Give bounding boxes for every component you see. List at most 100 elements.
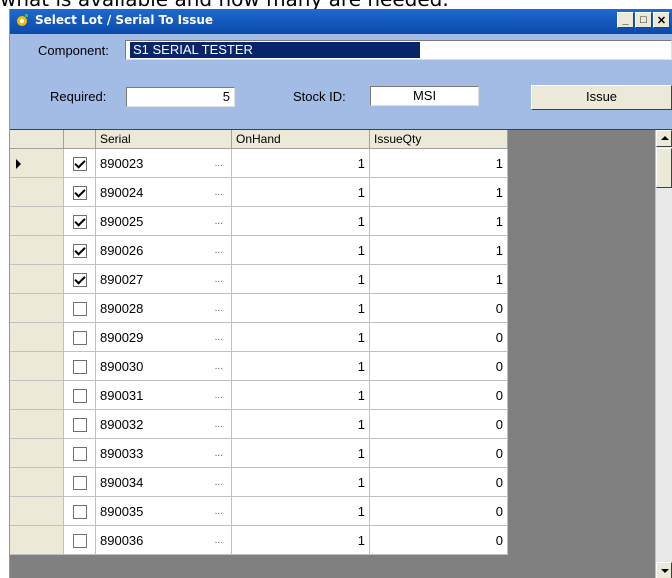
- issueqty-cell[interactable]: 1: [369, 264, 508, 294]
- issueqty-cell[interactable]: 0: [369, 496, 508, 526]
- component-field[interactable]: S1 SERIAL TESTER: [125, 40, 672, 60]
- vertical-scrollbar[interactable]: [655, 130, 672, 578]
- issueqty-cell[interactable]: 1: [369, 206, 508, 236]
- serial-cell[interactable]: 890029...: [95, 322, 232, 352]
- issueqty-cell[interactable]: 0: [369, 380, 508, 410]
- serial-cell[interactable]: 890031...: [95, 380, 232, 410]
- serial-ellipsis-button[interactable]: ...: [215, 535, 223, 546]
- issueqty-cell[interactable]: 1: [369, 235, 508, 265]
- select-checkbox-cell[interactable]: [63, 409, 96, 439]
- onhand-cell[interactable]: 1: [231, 206, 370, 236]
- minimize-button[interactable]: _: [617, 12, 634, 28]
- serial-cell[interactable]: 890032...: [95, 409, 232, 439]
- onhand-cell[interactable]: 1: [231, 409, 370, 439]
- issueqty-cell[interactable]: 0: [369, 351, 508, 381]
- select-checkbox-cell[interactable]: [63, 467, 96, 497]
- issueqty-cell[interactable]: 1: [369, 148, 508, 178]
- serial-ellipsis-button[interactable]: ...: [215, 245, 223, 256]
- onhand-cell[interactable]: 1: [231, 438, 370, 468]
- serial-ellipsis-button[interactable]: ...: [215, 448, 223, 459]
- serial-cell[interactable]: 890024...: [95, 177, 232, 207]
- onhand-cell[interactable]: 1: [231, 235, 370, 265]
- table-row[interactable]: 890032... 1 0: [10, 409, 508, 439]
- onhand-cell[interactable]: 1: [231, 380, 370, 410]
- table-row[interactable]: 890028... 1 0: [10, 293, 508, 323]
- select-checkbox[interactable]: [72, 214, 87, 229]
- select-checkbox-cell[interactable]: [63, 206, 96, 236]
- required-input[interactable]: 5: [126, 87, 235, 107]
- issue-button[interactable]: Issue: [531, 85, 672, 110]
- issueqty-cell[interactable]: 0: [369, 293, 508, 323]
- issueqty-cell[interactable]: 0: [369, 438, 508, 468]
- onhand-cell[interactable]: 1: [231, 525, 370, 555]
- select-checkbox-cell[interactable]: [63, 438, 96, 468]
- stock-id-input[interactable]: MSI: [370, 86, 479, 106]
- table-row[interactable]: 890029... 1 0: [10, 322, 508, 352]
- table-row[interactable]: 890025... 1 1: [10, 206, 508, 236]
- scroll-up-button[interactable]: [656, 130, 672, 147]
- select-checkbox[interactable]: [72, 272, 87, 287]
- select-checkbox-cell[interactable]: [63, 264, 96, 294]
- row-header[interactable]: [10, 293, 64, 323]
- title-bar[interactable]: Select Lot / Serial To Issue _ □ ✕: [10, 9, 672, 34]
- serial-cell[interactable]: 890030...: [95, 351, 232, 381]
- column-header-issueqty[interactable]: IssueQty: [369, 130, 508, 149]
- table-row[interactable]: 890024... 1 1: [10, 177, 508, 207]
- select-checkbox[interactable]: [72, 475, 87, 490]
- onhand-cell[interactable]: 1: [231, 322, 370, 352]
- serial-ellipsis-button[interactable]: ...: [215, 361, 223, 372]
- table-row[interactable]: 890031... 1 0: [10, 380, 508, 410]
- select-checkbox[interactable]: [72, 504, 87, 519]
- scroll-thumb[interactable]: [656, 148, 672, 188]
- select-checkbox[interactable]: [72, 330, 87, 345]
- serial-cell[interactable]: 890034...: [95, 467, 232, 497]
- serial-ellipsis-button[interactable]: ...: [215, 216, 223, 227]
- serial-cell[interactable]: 890026...: [95, 235, 232, 265]
- select-checkbox[interactable]: [72, 243, 87, 258]
- select-checkbox-cell[interactable]: [63, 177, 96, 207]
- row-header[interactable]: [10, 148, 64, 178]
- issueqty-cell[interactable]: 1: [369, 177, 508, 207]
- onhand-cell[interactable]: 1: [231, 177, 370, 207]
- select-checkbox[interactable]: [72, 417, 87, 432]
- scroll-down-button[interactable]: [656, 562, 672, 578]
- row-header[interactable]: [10, 177, 64, 207]
- serial-cell[interactable]: 890025...: [95, 206, 232, 236]
- serial-ellipsis-button[interactable]: ...: [215, 390, 223, 401]
- table-row[interactable]: 890036... 1 0: [10, 525, 508, 555]
- serial-cell[interactable]: 890036...: [95, 525, 232, 555]
- serial-cell[interactable]: 890023...: [95, 148, 232, 178]
- select-checkbox[interactable]: [72, 301, 87, 316]
- serial-ellipsis-button[interactable]: ...: [215, 477, 223, 488]
- row-header[interactable]: [10, 380, 64, 410]
- select-checkbox-cell[interactable]: [63, 293, 96, 323]
- select-checkbox[interactable]: [72, 388, 87, 403]
- table-row[interactable]: 890027... 1 1: [10, 264, 508, 294]
- issueqty-cell[interactable]: 0: [369, 467, 508, 497]
- select-checkbox[interactable]: [72, 533, 87, 548]
- table-row[interactable]: 890023... 1 1: [10, 148, 508, 178]
- row-header[interactable]: [10, 438, 64, 468]
- select-checkbox-cell[interactable]: [63, 525, 96, 555]
- serial-ellipsis-button[interactable]: ...: [215, 187, 223, 198]
- table-row[interactable]: 890026... 1 1: [10, 235, 508, 265]
- serial-ellipsis-button[interactable]: ...: [215, 274, 223, 285]
- column-header-serial[interactable]: Serial: [95, 130, 232, 149]
- serial-cell[interactable]: 890035...: [95, 496, 232, 526]
- select-checkbox[interactable]: [72, 156, 87, 171]
- serial-cell[interactable]: 890027...: [95, 264, 232, 294]
- issueqty-cell[interactable]: 0: [369, 409, 508, 439]
- serial-ellipsis-button[interactable]: ...: [215, 158, 223, 169]
- select-checkbox[interactable]: [72, 185, 87, 200]
- close-button[interactable]: ✕: [653, 12, 670, 28]
- row-header[interactable]: [10, 206, 64, 236]
- onhand-cell[interactable]: 1: [231, 351, 370, 381]
- onhand-cell[interactable]: 1: [231, 496, 370, 526]
- serial-ellipsis-button[interactable]: ...: [215, 303, 223, 314]
- checkbox-column-header[interactable]: [63, 130, 96, 149]
- row-header[interactable]: [10, 351, 64, 381]
- serial-ellipsis-button[interactable]: ...: [215, 506, 223, 517]
- issueqty-cell[interactable]: 0: [369, 525, 508, 555]
- select-checkbox-cell[interactable]: [63, 235, 96, 265]
- serial-cell[interactable]: 890033...: [95, 438, 232, 468]
